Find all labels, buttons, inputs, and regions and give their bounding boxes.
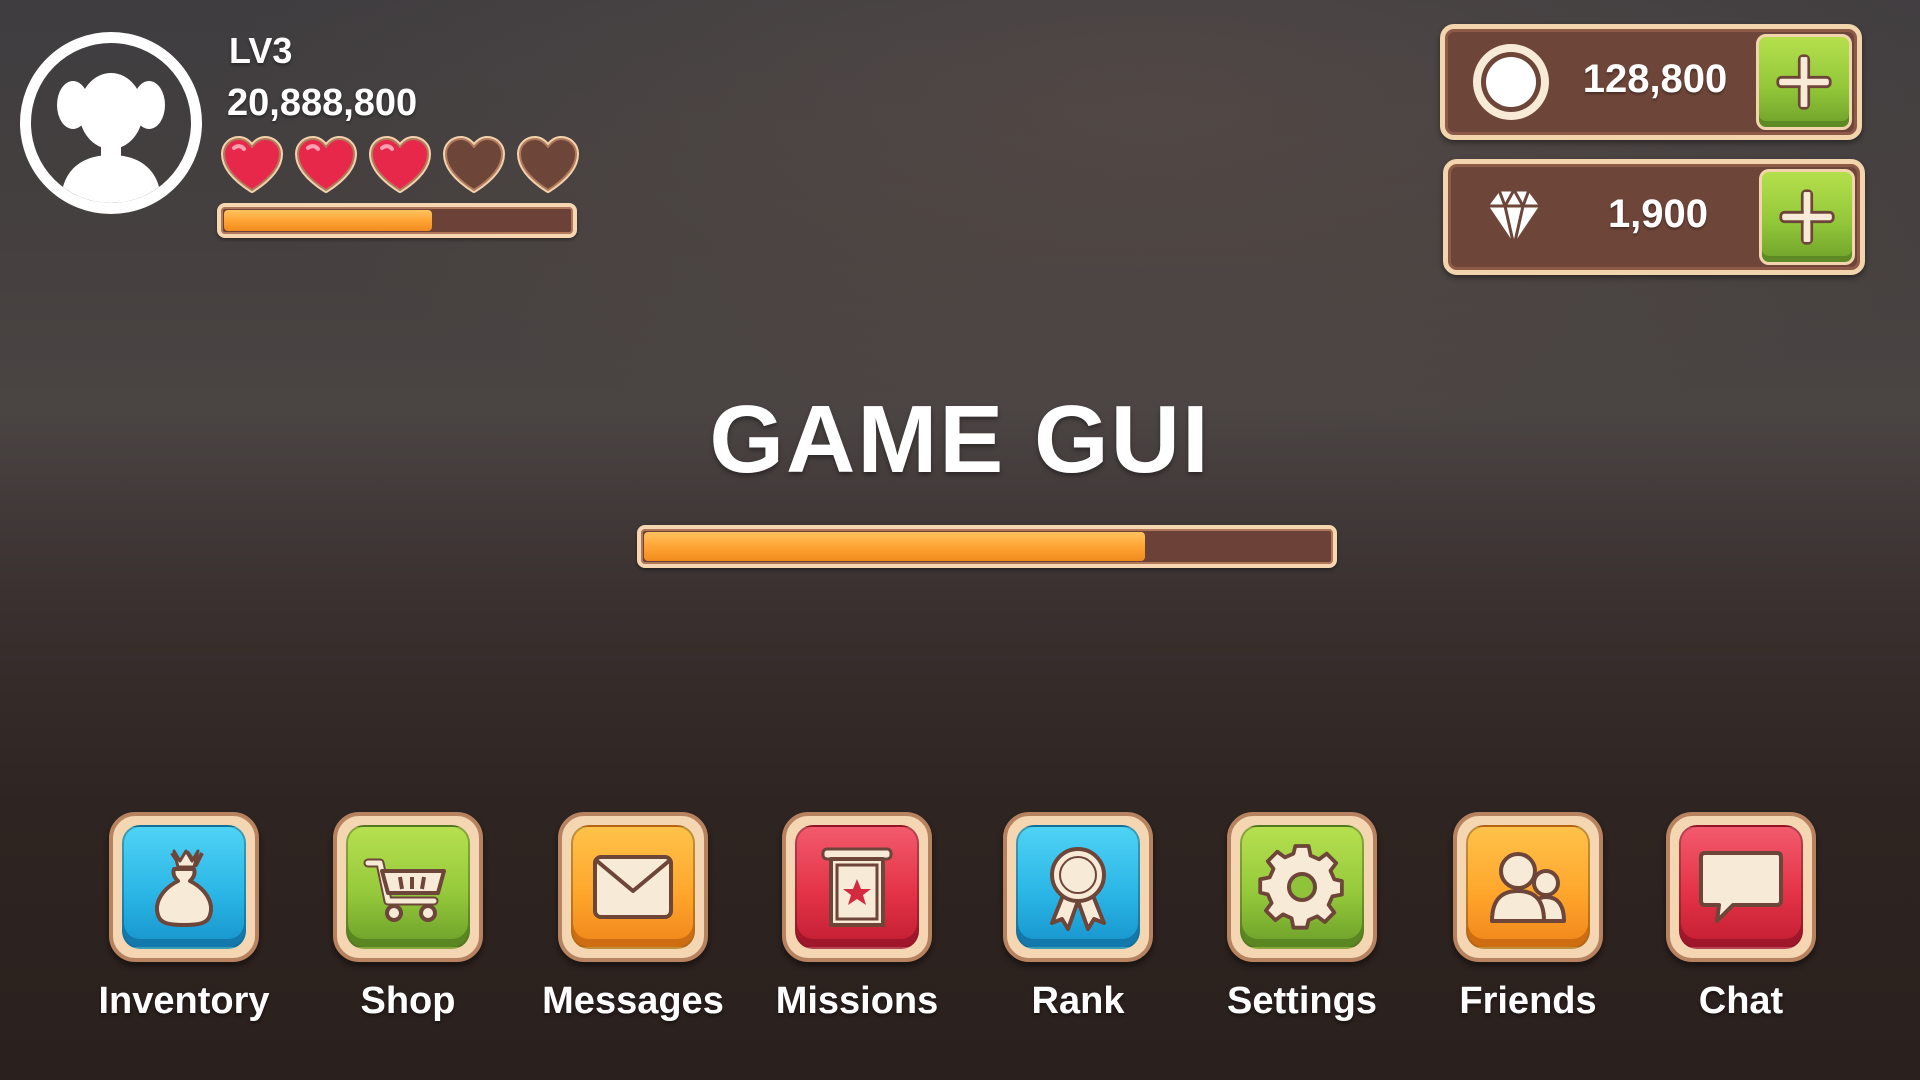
loading-progress-bar (637, 525, 1337, 568)
add-coins-button[interactable] (1756, 34, 1852, 130)
player-score: 20,888,800 (227, 82, 418, 124)
menu-shop[interactable]: Shop (308, 812, 508, 1023)
speech-bubble-icon (1699, 851, 1783, 923)
menu-label-friends: Friends (1459, 980, 1597, 1022)
heart-empty-icon (442, 136, 506, 194)
bag-icon (155, 849, 213, 927)
gems-panel: 1,900 (1443, 159, 1865, 275)
menu-friends[interactable]: Friends (1428, 812, 1628, 1023)
xp-progress-fill (224, 210, 432, 231)
xp-progress-bar (217, 203, 577, 238)
menu-label-chat: Chat (1698, 980, 1784, 1022)
friends-button[interactable] (1453, 812, 1603, 962)
settings-button[interactable] (1227, 812, 1377, 962)
coins-amount: 128,800 (1582, 57, 1728, 101)
add-gems-button[interactable] (1759, 169, 1855, 265)
menu-missions[interactable]: Missions (757, 812, 957, 1023)
lives-hearts (220, 136, 580, 194)
menu-inventory[interactable]: Inventory (84, 812, 284, 1023)
heart-full-icon (368, 136, 432, 194)
coins-panel: 128,800 (1440, 24, 1862, 140)
shop-button[interactable] (333, 812, 483, 962)
cart-icon (363, 858, 446, 922)
menu-rank[interactable]: Rank (978, 812, 1178, 1023)
inventory-button[interactable] (109, 812, 259, 962)
menu-label-missions: Missions (775, 980, 939, 1022)
rank-button[interactable] (1003, 812, 1153, 962)
loading-progress-fill (644, 532, 1145, 561)
player-avatar[interactable] (20, 32, 202, 214)
friends-icon (1490, 852, 1566, 923)
game-title-text: GAME GUI (709, 386, 1211, 493)
menu-label-messages: Messages (542, 980, 724, 1022)
game-title: GAME GUI (0, 385, 1920, 495)
messages-button[interactable] (558, 812, 708, 962)
player-level: LV3 (229, 30, 293, 71)
envelope-icon (593, 855, 673, 919)
menu-label-inventory: Inventory (98, 980, 270, 1022)
player-silhouette-icon (57, 73, 165, 203)
heart-full-icon (294, 136, 358, 194)
menu-messages[interactable]: Messages (533, 812, 733, 1023)
menu-label-shop: Shop (360, 980, 456, 1022)
menu-settings[interactable]: Settings (1202, 812, 1402, 1023)
coin-icon (1470, 41, 1552, 123)
heart-empty-icon (516, 136, 580, 194)
diamond-icon (1473, 176, 1555, 258)
gems-amount: 1,900 (1607, 192, 1709, 236)
menu-chat[interactable]: Chat (1641, 812, 1841, 1023)
plus-icon (1776, 54, 1832, 110)
menu-label-rank: Rank (1031, 980, 1125, 1022)
gear-icon (1258, 844, 1344, 930)
ribbon-medal-icon (1050, 847, 1106, 931)
chat-button[interactable] (1666, 812, 1816, 962)
heart-full-icon (220, 136, 284, 194)
menu-label-settings: Settings (1227, 980, 1377, 1022)
mission-banner-icon (821, 847, 893, 927)
missions-button[interactable] (782, 812, 932, 962)
plus-icon (1779, 189, 1835, 245)
